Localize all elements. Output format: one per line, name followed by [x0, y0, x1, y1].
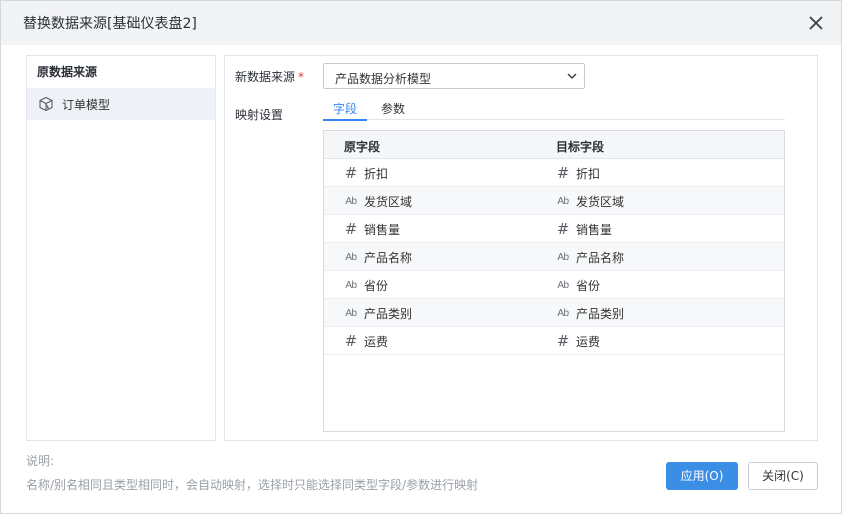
field-mapping-table: 原字段 目标字段 # 折扣 # 折扣 Ab 发货区域 Ab 发货区域 # 销售量 # 销售量 Ab 产品名… — [323, 130, 785, 432]
string-type-icon: Ab — [345, 307, 357, 319]
target-field-cell[interactable]: Ab 产品类别 — [556, 299, 624, 327]
table-body: # 折扣 # 折扣 Ab 发货区域 Ab 发货区域 # 销售量 # 销售量 Ab 产品名称 Ab 产品名称 Ab… — [324, 159, 784, 355]
notes-text: 名称/别名相同且类型相同时，会自动映射，选择时只能选择同类型字段/参数进行映射 — [26, 478, 479, 492]
target-field-name: 销售量 — [576, 222, 613, 237]
mapping-settings-label: 映射设置 — [235, 108, 284, 122]
number-type-icon: # — [556, 164, 570, 182]
source-field-cell: # 销售量 — [344, 215, 400, 243]
target-field-cell[interactable]: # 销售量 — [556, 215, 612, 243]
target-field-name: 运费 — [576, 334, 601, 349]
source-field-cell: # 折扣 — [344, 159, 388, 187]
source-field-name: 运费 — [364, 334, 389, 349]
dialog-titlebar: 替换数据来源[基础仪表盘2] — [1, 1, 841, 45]
source-field-cell: Ab 发货区域 — [344, 187, 412, 215]
table-row: # 销售量 # 销售量 — [324, 215, 784, 243]
chevron-down-icon — [567, 73, 577, 79]
original-source-panel: 原数据来源 订单模型 — [26, 55, 216, 441]
source-field-name: 发货区域 — [364, 194, 413, 209]
target-field-cell[interactable]: Ab 省份 — [556, 271, 600, 299]
string-type-icon: Ab — [345, 251, 357, 263]
tab-fields[interactable]: 字段 — [322, 100, 368, 121]
string-type-icon: Ab — [345, 195, 357, 207]
source-field-cell: # 运费 — [344, 327, 388, 355]
string-type-icon: Ab — [557, 279, 569, 291]
original-source-item-label: 订单模型 — [62, 97, 111, 112]
target-field-cell[interactable]: Ab 产品名称 — [556, 243, 624, 271]
original-source-header: 原数据来源 — [37, 65, 98, 79]
original-source-item[interactable]: 订单模型 — [27, 88, 215, 120]
table-header: 原字段 目标字段 — [324, 131, 784, 159]
source-field-name: 省份 — [364, 278, 389, 293]
source-field-name: 折扣 — [364, 166, 389, 181]
target-field-name: 发货区域 — [576, 194, 625, 209]
tab-parameters[interactable]: 参数 — [381, 100, 405, 117]
target-field-name: 产品名称 — [576, 250, 625, 265]
target-field-name: 产品类别 — [576, 306, 625, 321]
table-row: # 折扣 # 折扣 — [324, 159, 784, 187]
source-field-cell: Ab 省份 — [344, 271, 388, 299]
table-row: Ab 发货区域 Ab 发货区域 — [324, 187, 784, 215]
notes-title: 说明: — [26, 454, 55, 468]
target-field-cell[interactable]: # 折扣 — [556, 159, 600, 187]
new-source-label: 新数据来源 * — [235, 70, 305, 84]
new-source-select[interactable]: 产品数据分析模型 — [323, 63, 585, 89]
target-field-cell[interactable]: Ab 发货区域 — [556, 187, 624, 215]
source-field-cell: Ab 产品名称 — [344, 243, 412, 271]
string-type-icon: Ab — [557, 307, 569, 319]
mapping-panel: 新数据来源 * 产品数据分析模型 映射设置 字段 参数 原字段 目标字段 # 折扣 #… — [224, 55, 818, 441]
number-type-icon: # — [556, 332, 570, 350]
target-field-name: 折扣 — [576, 166, 601, 181]
source-field-cell: Ab 产品类别 — [344, 299, 412, 327]
required-mark: * — [298, 70, 305, 84]
number-type-icon: # — [556, 220, 570, 238]
table-row: # 运费 # 运费 — [324, 327, 784, 355]
table-row: Ab 产品名称 Ab 产品名称 — [324, 243, 784, 271]
number-type-icon: # — [344, 220, 358, 238]
number-type-icon: # — [344, 332, 358, 350]
source-field-name: 产品类别 — [364, 306, 413, 321]
target-field-cell[interactable]: # 运费 — [556, 327, 600, 355]
source-field-name: 产品名称 — [364, 250, 413, 265]
close-button[interactable]: 关闭(C) — [748, 462, 818, 490]
string-type-icon: Ab — [345, 279, 357, 291]
table-row: Ab 省份 Ab 省份 — [324, 271, 784, 299]
string-type-icon: Ab — [557, 251, 569, 263]
dialog-title: 替换数据来源[基础仪表盘2] — [23, 16, 197, 32]
target-field-name: 省份 — [576, 278, 601, 293]
close-icon[interactable] — [807, 14, 825, 32]
new-source-select-value: 产品数据分析模型 — [335, 72, 432, 86]
number-type-icon: # — [344, 164, 358, 182]
header-target-field: 目标字段 — [556, 140, 605, 154]
replace-datasource-dialog: 替换数据来源[基础仪表盘2] 原数据来源 订单模型 新数据来源 * 产品数据分析模… — [0, 0, 842, 514]
apply-button[interactable]: 应用(O) — [666, 462, 738, 490]
source-field-name: 销售量 — [364, 222, 401, 237]
table-row: Ab 产品类别 Ab 产品类别 — [324, 299, 784, 327]
mapping-tabs: 字段 参数 — [322, 98, 785, 121]
string-type-icon: Ab — [557, 195, 569, 207]
cube-model-icon — [39, 96, 53, 112]
header-source-field: 原字段 — [344, 140, 381, 154]
